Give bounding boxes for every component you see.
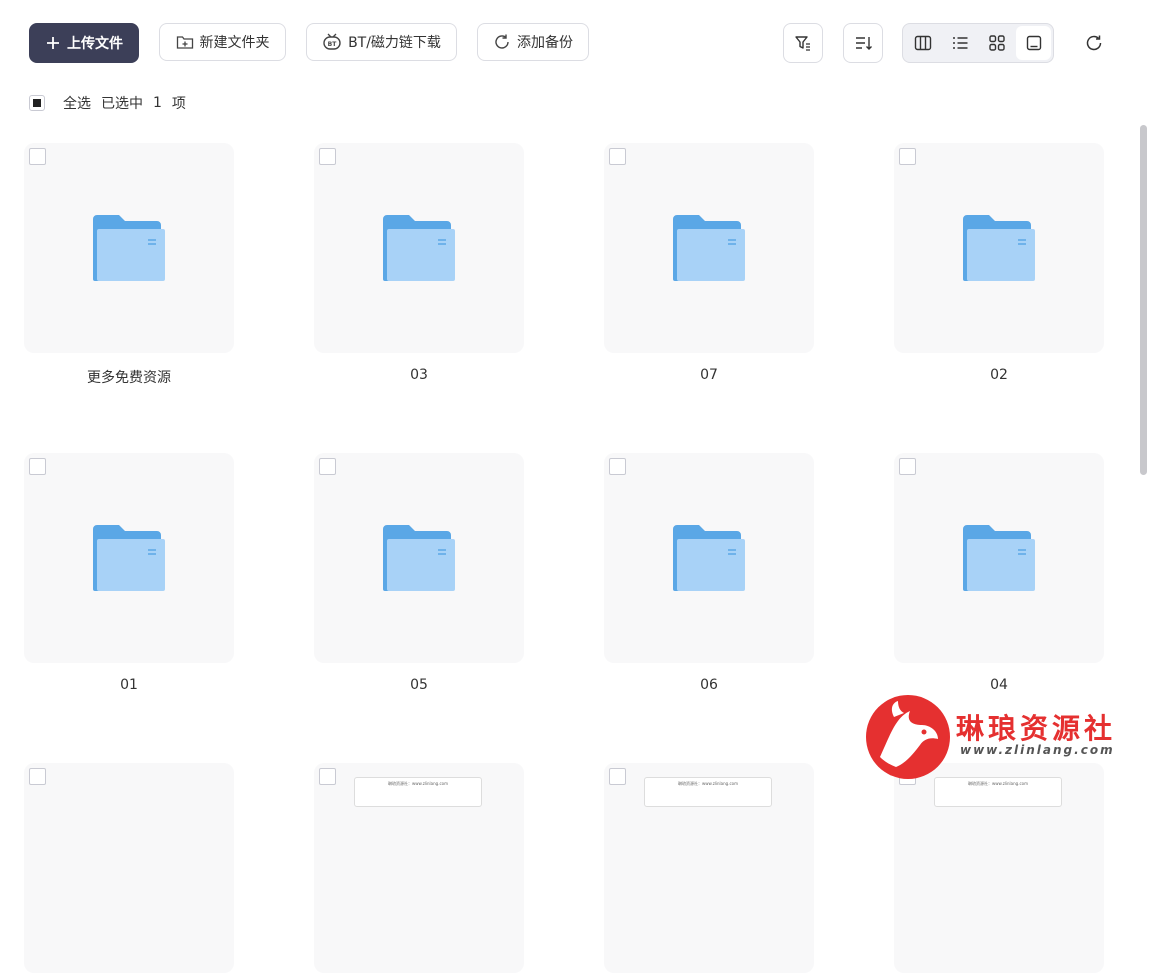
add-backup-button[interactable]: 添加备份	[477, 23, 589, 61]
list-icon	[952, 37, 967, 49]
folder-icon	[673, 525, 745, 595]
grid-icon	[988, 35, 1005, 51]
file-name-label[interactable]: 更多免费资源	[24, 367, 234, 387]
folder-card[interactable]	[24, 143, 234, 353]
file-name-label[interactable]: 01	[24, 677, 234, 693]
file-name-label[interactable]: 05	[314, 677, 524, 693]
item-checkbox[interactable]	[29, 148, 46, 165]
select-all-checkbox[interactable]	[29, 95, 45, 111]
item-checkbox[interactable]	[29, 768, 46, 785]
new-folder-label: 新建文件夹	[199, 35, 270, 51]
upload-button[interactable]: 上传文件	[29, 23, 139, 63]
selected-prefix: 已选中	[101, 96, 143, 112]
bt-download-button[interactable]: BT BT/磁力链下载	[306, 23, 457, 61]
watermark-url: www.zlinlang.com	[960, 743, 1115, 757]
refresh-button[interactable]	[1078, 27, 1110, 59]
bt-icon: BT	[323, 33, 341, 50]
watermark: 琳琅资源社 www.zlinlang.com	[866, 695, 1126, 780]
filter-button[interactable]	[783, 23, 823, 63]
filter-icon	[795, 36, 810, 51]
view-grid-button[interactable]	[979, 26, 1014, 60]
item-checkbox[interactable]	[29, 458, 46, 475]
folder-plus-icon	[176, 36, 193, 49]
folder-card[interactable]	[604, 453, 814, 663]
document-preview: 琳琅资源社：www.zlinlang.com	[934, 777, 1062, 807]
file-card[interactable]	[24, 763, 234, 973]
folder-icon	[93, 525, 165, 595]
folder-card[interactable]	[314, 453, 524, 663]
view-thumbnail-button[interactable]	[1016, 26, 1051, 60]
view-mode-group	[902, 23, 1054, 63]
file-card[interactable]: 琳琅资源社：www.zlinlang.com	[894, 763, 1104, 973]
folder-card[interactable]	[314, 143, 524, 353]
item-checkbox[interactable]	[609, 148, 626, 165]
view-columns-button[interactable]	[905, 26, 940, 60]
sort-icon	[856, 37, 872, 50]
item-checkbox[interactable]	[319, 768, 336, 785]
folder-icon	[963, 525, 1035, 595]
item-checkbox[interactable]	[609, 458, 626, 475]
scrollbar[interactable]	[1140, 125, 1147, 475]
new-folder-button[interactable]: 新建文件夹	[159, 23, 286, 61]
thumbnail-icon	[1026, 35, 1041, 51]
folder-icon	[383, 525, 455, 595]
sync-icon	[495, 34, 509, 49]
folder-card[interactable]	[894, 143, 1104, 353]
folder-icon	[963, 215, 1035, 285]
folder-icon	[383, 215, 455, 285]
view-list-button[interactable]	[942, 26, 977, 60]
item-checkbox[interactable]	[899, 458, 916, 475]
item-checkbox[interactable]	[899, 148, 916, 165]
refresh-icon	[1086, 35, 1102, 51]
selected-count: 1	[153, 95, 162, 111]
selected-suffix: 项	[171, 96, 186, 112]
selection-bar: 全选 已选中 1 项	[29, 94, 196, 112]
folder-card[interactable]	[604, 143, 814, 353]
folder-card[interactable]	[24, 453, 234, 663]
svg-text:BT: BT	[328, 41, 338, 48]
watermark-title: 琳琅资源社	[956, 712, 1117, 745]
document-preview: 琳琅资源社：www.zlinlang.com	[354, 777, 482, 807]
file-name-label[interactable]: 03	[314, 367, 524, 383]
toolbar: 上传文件 新建文件夹 BT BT/磁力链下载 添加备份	[0, 23, 1149, 63]
folder-card[interactable]	[894, 453, 1104, 663]
bt-download-label: BT/磁力链下载	[348, 35, 441, 51]
item-checkbox[interactable]	[319, 458, 336, 475]
file-name-label[interactable]: 02	[894, 367, 1104, 383]
item-checkbox[interactable]	[319, 148, 336, 165]
folder-icon	[673, 215, 745, 285]
folder-icon	[93, 215, 165, 285]
upload-label: 上传文件	[67, 36, 123, 52]
watermark-logo	[866, 695, 950, 779]
item-checkbox[interactable]	[609, 768, 626, 785]
columns-icon	[914, 35, 931, 51]
file-name-label[interactable]: 04	[894, 677, 1104, 693]
sort-button[interactable]	[843, 23, 883, 63]
file-name-label[interactable]: 06	[604, 677, 814, 693]
document-preview: 琳琅资源社：www.zlinlang.com	[644, 777, 772, 807]
select-all-label[interactable]: 全选	[63, 93, 91, 113]
file-name-label[interactable]: 07	[604, 367, 814, 383]
file-card[interactable]: 琳琅资源社：www.zlinlang.com	[604, 763, 814, 973]
add-backup-label: 添加备份	[517, 35, 573, 51]
file-card[interactable]: 琳琅资源社：www.zlinlang.com	[314, 763, 524, 973]
plus-icon	[47, 37, 59, 49]
